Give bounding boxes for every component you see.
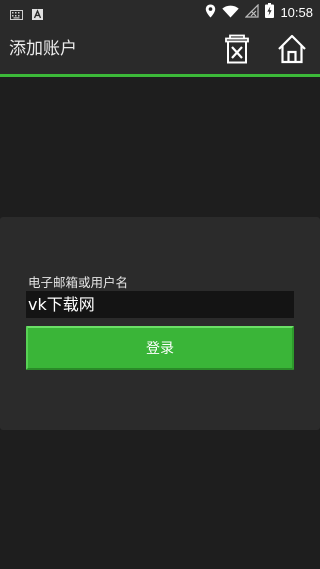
wifi-icon: [222, 3, 240, 22]
home-icon: [276, 34, 308, 69]
username-label: 电子邮箱或用户名: [28, 275, 129, 290]
accent-divider: [0, 74, 320, 77]
app-bar: 添加账户: [0, 24, 320, 74]
no-signal-icon: [245, 3, 260, 22]
username-input[interactable]: vk下载网: [26, 291, 294, 318]
home-button[interactable]: [276, 33, 308, 65]
delete-button[interactable]: [221, 33, 253, 65]
keyboard-icon: [10, 5, 23, 24]
location-icon: [205, 3, 216, 22]
page-title: 添加账户: [9, 39, 77, 59]
login-card: [0, 217, 320, 430]
status-bar: 10:58: [0, 0, 320, 24]
login-button[interactable]: 登录: [26, 326, 294, 370]
a-app-icon: [32, 5, 43, 24]
status-time: 10:58: [280, 4, 313, 20]
battery-charging-icon: [265, 3, 275, 22]
delete-icon: [221, 34, 253, 69]
